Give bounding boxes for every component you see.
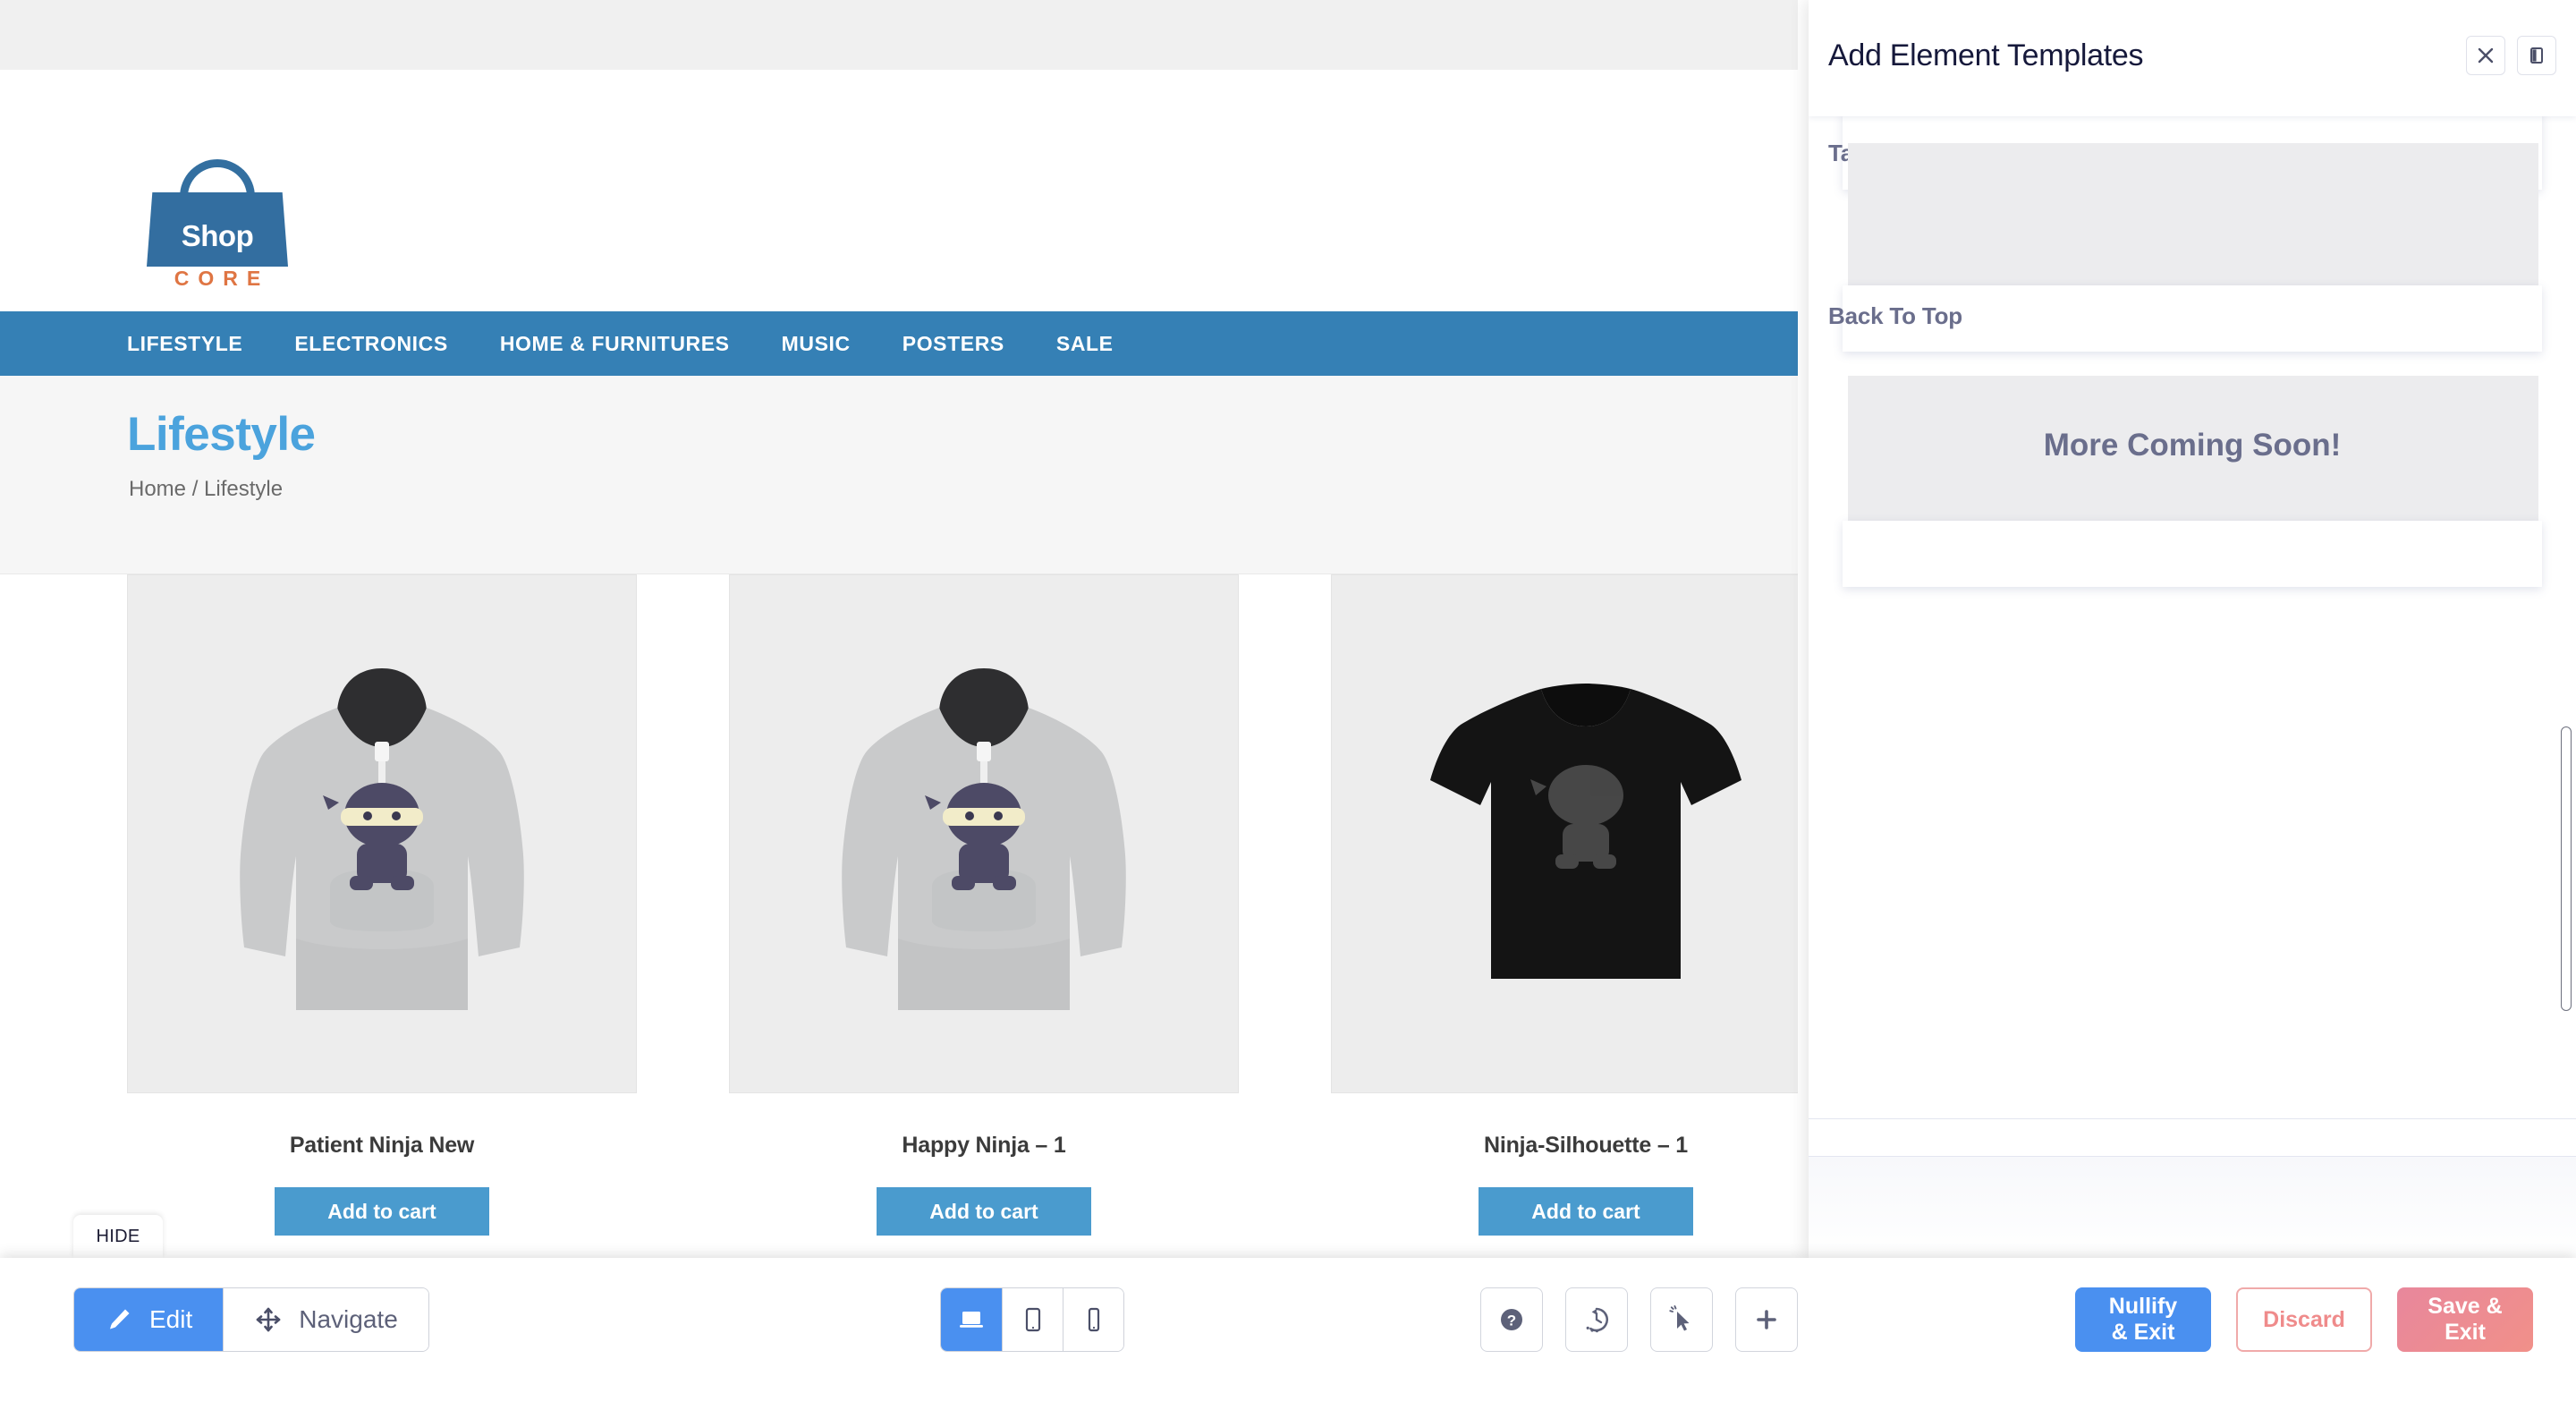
add-element-button[interactable] — [1735, 1287, 1798, 1352]
nav-item-music[interactable]: MUSIC — [782, 332, 851, 356]
nav-item-sale[interactable]: SALE — [1056, 332, 1114, 356]
close-icon-glyph — [2478, 47, 2494, 64]
mobile-view-button[interactable] — [1063, 1288, 1123, 1351]
device-preview-group — [940, 1287, 1124, 1352]
help-question-icon: ? — [1501, 1309, 1522, 1330]
click-cursor-icon — [1669, 1305, 1690, 1331]
page-banner: Lifestyle Home / Lifestyle — [0, 376, 1809, 574]
panel-header: Add Element Templates — [1809, 0, 2576, 116]
panel-template-list[interactable]: Tab Talk Back To Top More Coming Soon! — [1809, 116, 2576, 1118]
page-title: Lifestyle — [127, 408, 316, 461]
select-element-button[interactable] — [1650, 1287, 1713, 1352]
site-header: Shop CORE — [0, 70, 1809, 311]
history-clock-icon — [1586, 1307, 1609, 1333]
editor-utility-buttons: ? — [1480, 1287, 1798, 1352]
breadcrumb[interactable]: Home / Lifestyle — [129, 477, 283, 502]
tablet-icon — [1025, 1307, 1040, 1332]
template-thumbnail-back-to-top[interactable] — [1848, 143, 2538, 304]
navigate-mode-label: Navigate — [299, 1305, 398, 1333]
panel-dock-icon-glyph — [2530, 47, 2543, 64]
black-tshirt-ninja-graphic — [1430, 684, 1741, 979]
product-name: Patient Ninja New — [289, 1133, 475, 1158]
product-card[interactable]: Patient Ninja New Add to cart — [127, 574, 637, 1236]
add-element-templates-panel: Add Element Templates Tab Talk Back To T… — [1809, 0, 2576, 1258]
nullify-and-exit-button[interactable]: Nullify & Exit — [2075, 1287, 2211, 1352]
hide-toolbar-tab[interactable]: HIDE — [73, 1215, 163, 1258]
pencil-icon — [110, 1309, 130, 1329]
close-icon[interactable] — [2466, 36, 2505, 75]
panel-scrollbar[interactable] — [2561, 726, 2572, 1011]
discard-button[interactable]: Discard — [2236, 1287, 2372, 1352]
move-arrows-icon — [256, 1307, 281, 1332]
nav-item-electronics[interactable]: ELECTRONICS — [294, 332, 447, 356]
product-grid: Patient Ninja New Add to cart Happy Ninj… — [0, 574, 1841, 1261]
logo-shop-text: Shop — [181, 219, 254, 252]
panel-title: Add Element Templates — [1828, 38, 2144, 72]
product-image[interactable] — [1331, 574, 1841, 1093]
save-and-exit-button[interactable]: Save & Exit — [2397, 1287, 2533, 1352]
site-main-nav: LIFESTYLE ELECTRONICS HOME & FURNITURES … — [0, 311, 1809, 376]
product-image[interactable] — [127, 574, 637, 1093]
product-name: Happy Ninja – 1 — [902, 1133, 1066, 1158]
panel-left-edge — [1798, 0, 1809, 1258]
add-to-cart-button[interactable]: Add to cart — [877, 1187, 1091, 1236]
logo-core-text: CORE — [174, 267, 270, 290]
product-image[interactable] — [729, 574, 1239, 1093]
plus-icon — [1757, 1310, 1776, 1329]
template-label-back-to-top: Back To Top — [1828, 302, 1962, 329]
grey-hoodie-ninja-graphic — [240, 667, 524, 1010]
laptop-icon — [960, 1312, 983, 1328]
history-button[interactable] — [1565, 1287, 1628, 1352]
navigate-mode-button[interactable]: Navigate — [223, 1288, 428, 1351]
panel-footer — [1809, 1156, 2576, 1258]
template-card-more-coming-soon[interactable] — [1843, 521, 2542, 587]
editor-bottom-toolbar: Edit Navigate ? Nullify & Exit Discard S… — [0, 1258, 2576, 1410]
editor-action-buttons: Nullify & Exit Discard Save & Exit — [2075, 1287, 2533, 1352]
edit-mode-label: Edit — [149, 1305, 193, 1333]
panel-footer-divider — [1809, 1118, 2576, 1156]
browser-top-strip — [0, 0, 1809, 70]
nav-item-home-furnitures[interactable]: HOME & FURNITURES — [500, 332, 730, 356]
product-name: Ninja-Silhouette – 1 — [1484, 1133, 1688, 1158]
panel-dock-icon[interactable] — [2517, 36, 2556, 75]
help-button[interactable]: ? — [1480, 1287, 1543, 1352]
edit-mode-button[interactable]: Edit — [74, 1288, 224, 1351]
desktop-view-button[interactable] — [941, 1288, 1002, 1351]
nav-item-lifestyle[interactable]: LIFESTYLE — [127, 332, 242, 356]
editor-mode-group: Edit Navigate — [73, 1287, 429, 1352]
panel-header-buttons — [2466, 36, 2556, 75]
tablet-view-button[interactable] — [1002, 1288, 1063, 1351]
grey-hoodie-ninja-graphic — [842, 667, 1126, 1010]
nav-item-posters[interactable]: POSTERS — [902, 332, 1004, 356]
more-coming-soon-text: More Coming Soon! — [2043, 428, 2342, 463]
product-card[interactable]: Ninja-Silhouette – 1 Add to cart — [1331, 574, 1841, 1236]
svg-text:?: ? — [1507, 1312, 1516, 1329]
mobile-icon — [1088, 1307, 1099, 1332]
add-to-cart-button[interactable]: Add to cart — [275, 1187, 489, 1236]
site-logo[interactable]: Shop CORE — [132, 159, 302, 289]
add-to-cart-button[interactable]: Add to cart — [1479, 1187, 1693, 1236]
product-card[interactable]: Happy Ninja – 1 Add to cart — [729, 574, 1239, 1236]
